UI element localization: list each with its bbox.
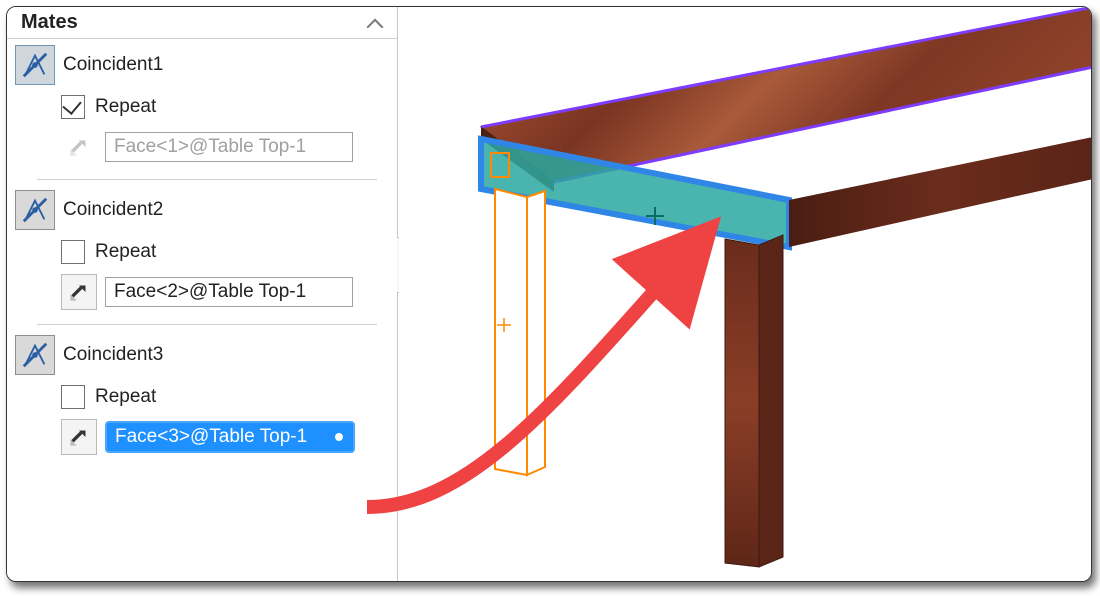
face-reference-field[interactable]: Face<1>@Table Top-1 — [105, 132, 353, 162]
repeat-checkbox[interactable] — [61, 385, 85, 409]
repeat-row: Repeat — [61, 95, 397, 119]
face-reference-row: Face<1>@Table Top-1 — [61, 129, 397, 165]
coincident-icon — [15, 335, 55, 375]
face-reference-field[interactable]: Face<3>@Table Top-1 — [105, 421, 355, 453]
swap-reference-icon — [61, 129, 97, 165]
mate-name: Coincident1 — [63, 54, 163, 76]
3d-viewport[interactable] — [399, 7, 1091, 581]
repeat-row: Repeat — [61, 240, 397, 264]
mates-title: Mates — [21, 11, 78, 34]
app-window: Mates Coincident1 Repeat Face<1>@Table T… — [6, 6, 1092, 582]
table-leg-left — [495, 189, 545, 475]
mate-name: Coincident3 — [63, 344, 163, 366]
divider — [37, 324, 377, 325]
table-leg-right — [725, 235, 783, 567]
mate-header[interactable]: Coincident2 — [7, 190, 397, 230]
face-reference-row: Face<2>@Table Top-1 — [61, 274, 397, 310]
swap-reference-icon[interactable] — [61, 419, 97, 455]
mates-section-header[interactable]: Mates — [7, 7, 397, 39]
swap-reference-icon[interactable] — [61, 274, 97, 310]
mate-item: Coincident3 Repeat Face<3>@Table Top-1 — [7, 329, 397, 455]
repeat-checkbox[interactable] — [61, 240, 85, 264]
mate-item: Coincident2 Repeat Face<2>@Table Top-1 — [7, 184, 397, 325]
face-reference-row: Face<3>@Table Top-1 — [61, 419, 397, 455]
coincident-icon — [15, 45, 55, 85]
chevron-up-icon[interactable] — [367, 17, 387, 29]
repeat-label: Repeat — [95, 386, 156, 408]
repeat-label: Repeat — [95, 241, 156, 263]
repeat-row: Repeat — [61, 385, 397, 409]
face-reference-field[interactable]: Face<2>@Table Top-1 — [105, 277, 353, 307]
table-apron — [789, 137, 1091, 247]
model-view — [399, 7, 1091, 581]
mate-header[interactable]: Coincident3 — [7, 335, 397, 375]
repeat-checkbox[interactable] — [61, 95, 85, 119]
mate-item: Coincident1 Repeat Face<1>@Table Top-1 — [7, 39, 397, 180]
mates-panel: Mates Coincident1 Repeat Face<1>@Table T… — [7, 7, 398, 581]
mate-header[interactable]: Coincident1 — [7, 45, 397, 85]
divider — [37, 179, 377, 180]
repeat-label: Repeat — [95, 96, 156, 118]
coincident-icon — [15, 190, 55, 230]
mate-name: Coincident2 — [63, 199, 163, 221]
